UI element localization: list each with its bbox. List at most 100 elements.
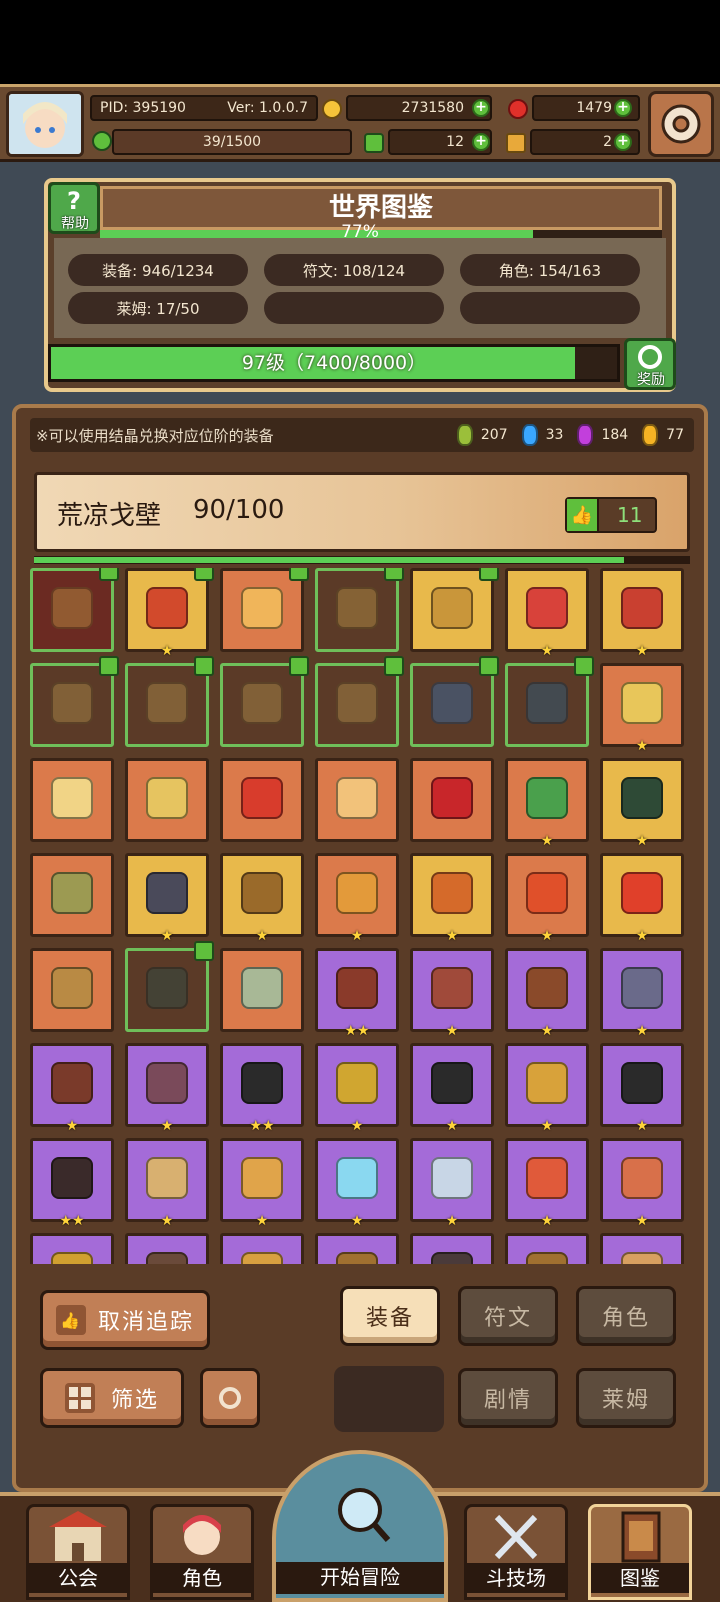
equipment-slot[interactable] [315, 758, 399, 842]
equipment-slot[interactable] [600, 1233, 684, 1264]
equipment-item-icon [526, 1062, 568, 1104]
equipment-slot[interactable] [125, 941, 214, 1032]
likes-counter[interactable]: 👍 11 [565, 497, 657, 533]
tab-character-label: 角色 [601, 1306, 650, 1331]
equipment-slot[interactable]: ★ [505, 758, 589, 849]
stat-slime: 莱姆: 17/50 [68, 292, 248, 324]
equipment-item-icon [431, 1252, 473, 1264]
equipment-grid: ★ ★ ★ ★ ★ ★ ★ ★ ★ ★ ★ ★ ★★ ★ ★ ★ ★ ★ ★★ ★ ★ ★ ★ ★★ ★ ★ ★ ★ ★ ★ [30, 568, 696, 1264]
equipment-slot[interactable]: ★ [600, 663, 684, 754]
tab-slime-label: 莱姆 [601, 1388, 650, 1413]
equipment-slot[interactable]: ★ [505, 568, 589, 659]
equipment-slot[interactable]: ★ [125, 853, 209, 944]
equipment-slot[interactable] [410, 758, 494, 842]
character-icon [183, 1515, 221, 1555]
equipment-item-icon [526, 872, 568, 914]
equipment-slot[interactable]: ★ [315, 853, 399, 944]
nav-guild[interactable]: 公会 [26, 1504, 130, 1600]
add-gold-button[interactable]: + [472, 99, 490, 117]
equipment-slot[interactable]: ★ [505, 853, 589, 944]
equipment-slot[interactable]: ★ [410, 948, 494, 1039]
equipment-slot[interactable] [220, 948, 304, 1032]
equipment-slot[interactable] [505, 1233, 589, 1264]
reset-filter-button[interactable] [200, 1368, 260, 1428]
equipment-slot[interactable] [410, 656, 499, 747]
tab-character[interactable]: 角色 [576, 1286, 676, 1346]
equipment-slot[interactable] [220, 1233, 304, 1264]
equipment-slot[interactable]: ★ [600, 948, 684, 1039]
add-clover-button[interactable]: + [472, 133, 490, 151]
reward-label: 奖励 [637, 372, 665, 388]
equipment-slot[interactable]: ★ [410, 1043, 494, 1134]
equipment-slot[interactable] [125, 656, 214, 747]
equipment-slot[interactable]: ★ [600, 758, 684, 849]
equipment-slot[interactable] [220, 656, 309, 747]
equipment-slot[interactable] [30, 853, 114, 937]
equipment-slot[interactable] [30, 656, 119, 747]
reward-button[interactable]: 奖励 [624, 338, 676, 390]
equipment-slot[interactable] [30, 948, 114, 1032]
nav-arena[interactable]: 斗技场 [464, 1504, 568, 1600]
equipment-slot[interactable]: ★ [505, 948, 589, 1039]
equipment-slot[interactable]: ★ [30, 1043, 114, 1134]
equipment-slot[interactable] [30, 568, 119, 652]
equipment-slot[interactable] [410, 568, 499, 652]
rarity-stars: ★ [65, 1118, 79, 1134]
equipment-slot[interactable] [125, 1233, 209, 1264]
nav-character-label: 角色 [153, 1563, 251, 1593]
equipment-slot[interactable]: ★ [315, 1138, 399, 1229]
equipment-slot[interactable] [220, 568, 309, 652]
equipment-item-icon [621, 1252, 663, 1264]
add-ruby-button[interactable]: + [614, 99, 632, 117]
equipment-slot[interactable]: ★★ [315, 948, 399, 1039]
tracked-thumb-icon [289, 656, 309, 676]
tab-story[interactable]: 剧情 [458, 1368, 558, 1428]
equipment-slot[interactable]: ★ [410, 853, 494, 944]
equipment-slot[interactable] [315, 656, 404, 747]
book-icon [621, 1511, 661, 1563]
equipment-slot[interactable]: ★ [600, 568, 684, 659]
equipment-item-icon [431, 777, 473, 819]
equipment-slot[interactable]: ★ [505, 1043, 589, 1134]
equipment-slot[interactable]: ★ [125, 1043, 209, 1134]
equipment-slot[interactable] [315, 568, 404, 652]
nav-adventure[interactable]: 开始冒险 [272, 1450, 448, 1602]
equipment-slot[interactable]: ★ [410, 1138, 494, 1229]
add-hammer-button[interactable]: + [614, 133, 632, 151]
rarity-stars: ★ [635, 1118, 649, 1134]
equipment-slot[interactable] [125, 758, 209, 842]
equipment-slot[interactable] [30, 758, 114, 842]
equipment-slot[interactable] [30, 1233, 114, 1264]
filter-button[interactable]: 筛选 [40, 1368, 184, 1428]
equipment-item-icon [146, 967, 188, 1009]
equipment-item-icon [526, 587, 568, 629]
untrack-button[interactable]: 👍 取消追踪 [40, 1290, 210, 1350]
nav-guild-label: 公会 [29, 1563, 127, 1593]
equipment-slot[interactable] [410, 1233, 494, 1264]
equipment-slot[interactable]: ★★ [30, 1138, 114, 1229]
equipment-slot[interactable]: ★ [505, 1138, 589, 1229]
tab-equipment[interactable]: 装备 [340, 1286, 440, 1346]
tab-rune[interactable]: 符文 [458, 1286, 558, 1346]
equipment-slot[interactable]: ★ [315, 1043, 399, 1134]
equipment-slot[interactable]: ★ [220, 853, 304, 944]
equipment-slot[interactable]: ★ [125, 568, 214, 659]
equipment-slot[interactable] [220, 758, 304, 842]
equipment-slot[interactable]: ★ [600, 853, 684, 944]
equipment-item-icon [621, 587, 663, 629]
equipment-slot[interactable]: ★ [125, 1138, 209, 1229]
equipment-slot[interactable]: ★ [600, 1138, 684, 1229]
nav-character[interactable]: 角色 [150, 1504, 254, 1600]
settings-button[interactable] [648, 91, 714, 157]
equipment-slot[interactable] [505, 656, 594, 747]
equipment-slot[interactable]: ★ [600, 1043, 684, 1134]
nav-codex[interactable]: 图鉴 [588, 1504, 692, 1600]
tracked-thumb-icon [289, 568, 309, 581]
player-avatar[interactable] [6, 91, 84, 157]
refresh-icon [638, 345, 662, 369]
equipment-slot[interactable]: ★★ [220, 1043, 304, 1134]
equipment-slot[interactable]: ★ [220, 1138, 304, 1229]
equipment-slot[interactable] [315, 1233, 399, 1264]
tab-slime[interactable]: 莱姆 [576, 1368, 676, 1428]
tracked-thumb-icon [194, 568, 214, 581]
